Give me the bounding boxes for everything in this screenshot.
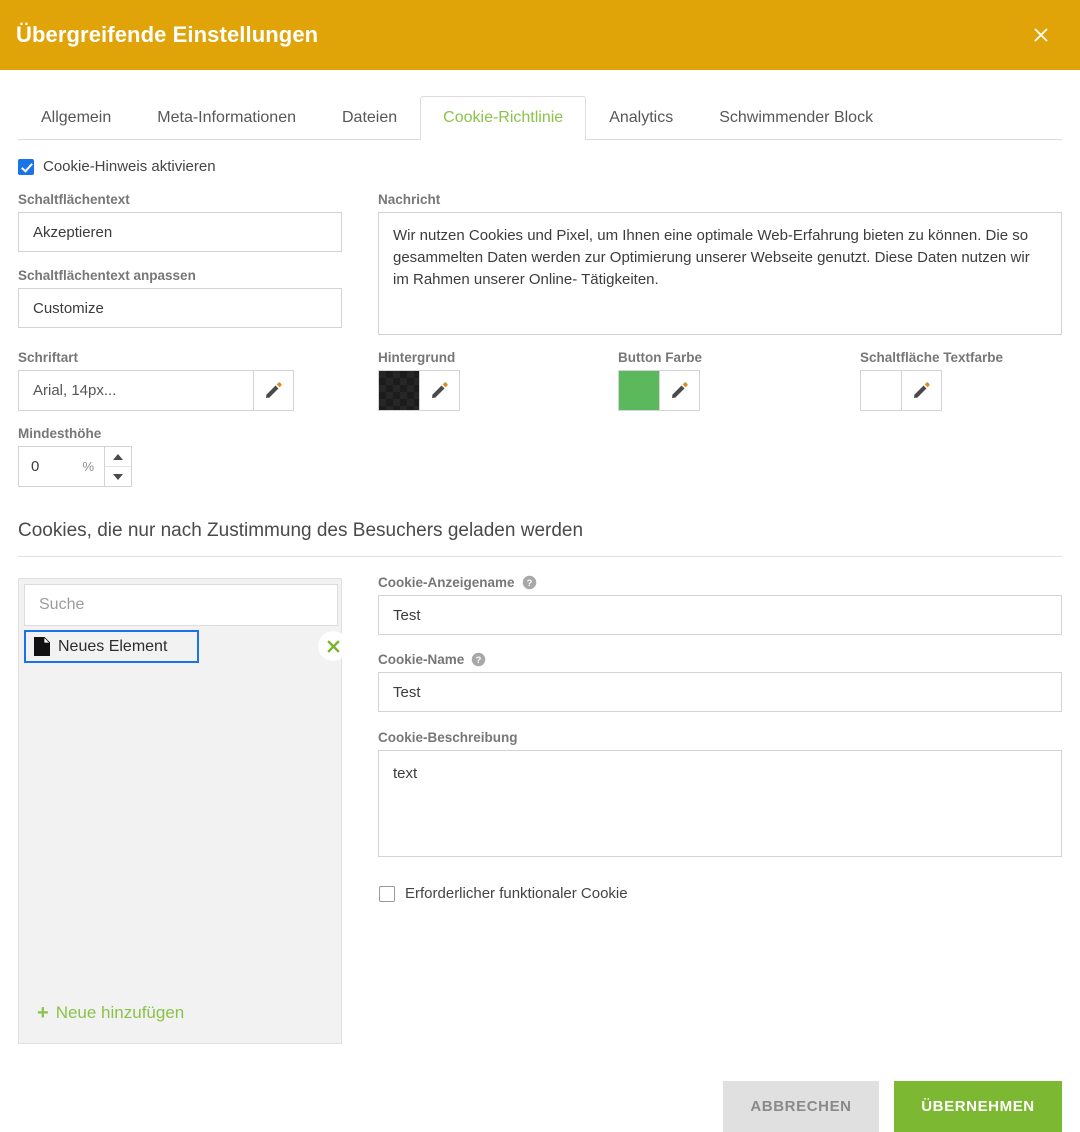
font-field-group: Schriftart Arial, 14px... — [18, 350, 294, 411]
tab-schwimmender-block[interactable]: Schwimmender Block — [696, 96, 896, 140]
font-value[interactable]: Arial, 14px... — [18, 370, 253, 411]
plus-icon: + — [37, 1003, 49, 1023]
button-text-color-group: Schaltfläche Textfarbe — [860, 350, 1003, 411]
cookie-list-panel: Neues Element + Neue hinzufügen — [18, 578, 342, 1044]
help-icon[interactable]: ? — [522, 575, 537, 590]
button-text-label: Schaltflächentext — [18, 192, 342, 207]
min-height-stepper: % — [18, 446, 132, 487]
cookie-display-name-input[interactable] — [378, 595, 1062, 635]
help-icon[interactable]: ? — [471, 652, 486, 667]
message-field-group: Nachricht — [378, 192, 1062, 340]
customize-text-field-group: Schaltflächentext anpassen — [18, 268, 342, 328]
cookies-section-title: Cookies, die nur nach Zustimmung des Bes… — [18, 520, 583, 542]
cookie-description-textarea[interactable] — [378, 750, 1062, 857]
min-height-input[interactable] — [29, 457, 75, 476]
apply-button[interactable]: ÜBERNEHMEN — [894, 1081, 1062, 1132]
button-text-color-swatch[interactable] — [860, 370, 901, 411]
list-item[interactable]: Neues Element — [24, 630, 199, 663]
font-pencil-icon[interactable] — [253, 370, 294, 411]
cookie-display-name-label: Cookie-Anzeigename ? — [378, 575, 1062, 590]
background-pencil-icon[interactable] — [419, 370, 460, 411]
cookie-display-name-group: Cookie-Anzeigename ? — [378, 575, 1062, 635]
tab-list: Allgemein Meta-Informationen Dateien Coo… — [18, 70, 896, 140]
background-color-group: Hintergrund — [378, 350, 460, 411]
button-text-field-group: Schaltflächentext — [18, 192, 342, 252]
customize-text-label: Schaltflächentext anpassen — [18, 268, 342, 283]
cookie-name-label: Cookie-Name ? — [378, 652, 1062, 667]
cookie-description-label: Cookie-Beschreibung — [378, 730, 1062, 745]
section-divider — [18, 556, 1062, 557]
button-color-label: Button Farbe — [618, 350, 702, 365]
cookie-name-input[interactable] — [378, 672, 1062, 712]
page-title: Übergreifende Einstellungen — [16, 22, 318, 48]
message-textarea[interactable] — [378, 212, 1062, 335]
required-functional-cookie-row[interactable]: Erforderlicher funktionaler Cookie — [379, 885, 628, 902]
required-functional-cookie-checkbox[interactable] — [379, 886, 395, 902]
button-text-color-label: Schaltfläche Textfarbe — [860, 350, 1003, 365]
cancel-button[interactable]: ABBRECHEN — [723, 1081, 879, 1132]
tab-analytics[interactable]: Analytics — [586, 96, 696, 140]
enable-cookie-notice-label: Cookie-Hinweis aktivieren — [43, 158, 216, 175]
delete-list-item-icon[interactable] — [319, 632, 347, 660]
button-text-color-picker — [860, 370, 1003, 411]
min-height-spin-buttons — [104, 446, 132, 487]
button-color-pencil-icon[interactable] — [659, 370, 700, 411]
cookie-name-label-text: Cookie-Name — [378, 652, 464, 667]
min-height-field: % — [18, 446, 104, 487]
svg-text:?: ? — [476, 655, 482, 665]
min-height-group: Mindesthöhe % — [18, 426, 132, 487]
message-label: Nachricht — [378, 192, 1062, 207]
window-titlebar: Übergreifende Einstellungen — [0, 0, 1080, 70]
button-color-swatch[interactable] — [618, 370, 659, 411]
cookie-search-input[interactable] — [24, 584, 338, 626]
tab-cookie-richtlinie[interactable]: Cookie-Richtlinie — [420, 96, 586, 140]
cookie-display-name-label-text: Cookie-Anzeigename — [378, 575, 515, 590]
settings-content: Cookie-Hinweis aktivieren Schaltflächent… — [0, 140, 1080, 1009]
enable-cookie-notice-checkbox[interactable] — [18, 159, 34, 175]
svg-text:?: ? — [526, 578, 532, 588]
button-text-input[interactable] — [18, 212, 342, 252]
tab-bar: Allgemein Meta-Informationen Dateien Coo… — [0, 70, 1080, 140]
font-label: Schriftart — [18, 350, 294, 365]
stepper-down-icon[interactable] — [105, 467, 131, 486]
font-picker: Arial, 14px... — [18, 370, 294, 411]
min-height-suffix: % — [82, 459, 94, 474]
add-new-cookie-button[interactable]: + Neue hinzufügen — [37, 1003, 184, 1023]
close-icon[interactable] — [1024, 18, 1058, 52]
list-item-label: Neues Element — [58, 638, 167, 656]
tab-dateien[interactable]: Dateien — [319, 96, 420, 140]
add-new-cookie-label: Neue hinzufügen — [56, 1003, 185, 1023]
document-icon — [34, 637, 50, 656]
button-color-group: Button Farbe — [618, 350, 702, 411]
stepper-up-icon[interactable] — [105, 447, 131, 467]
background-color-swatch[interactable] — [378, 370, 419, 411]
button-color-picker — [618, 370, 702, 411]
background-color-label: Hintergrund — [378, 350, 460, 365]
background-color-picker — [378, 370, 460, 411]
button-text-color-pencil-icon[interactable] — [901, 370, 942, 411]
tab-allgemein[interactable]: Allgemein — [18, 96, 134, 140]
cookie-name-group: Cookie-Name ? — [378, 652, 1062, 712]
required-functional-cookie-label: Erforderlicher funktionaler Cookie — [405, 885, 628, 902]
customize-text-input[interactable] — [18, 288, 342, 328]
cookie-description-group: Cookie-Beschreibung — [378, 730, 1062, 862]
enable-cookie-notice-row[interactable]: Cookie-Hinweis aktivieren — [18, 158, 216, 175]
min-height-label: Mindesthöhe — [18, 426, 132, 441]
tab-meta-informationen[interactable]: Meta-Informationen — [134, 96, 319, 140]
